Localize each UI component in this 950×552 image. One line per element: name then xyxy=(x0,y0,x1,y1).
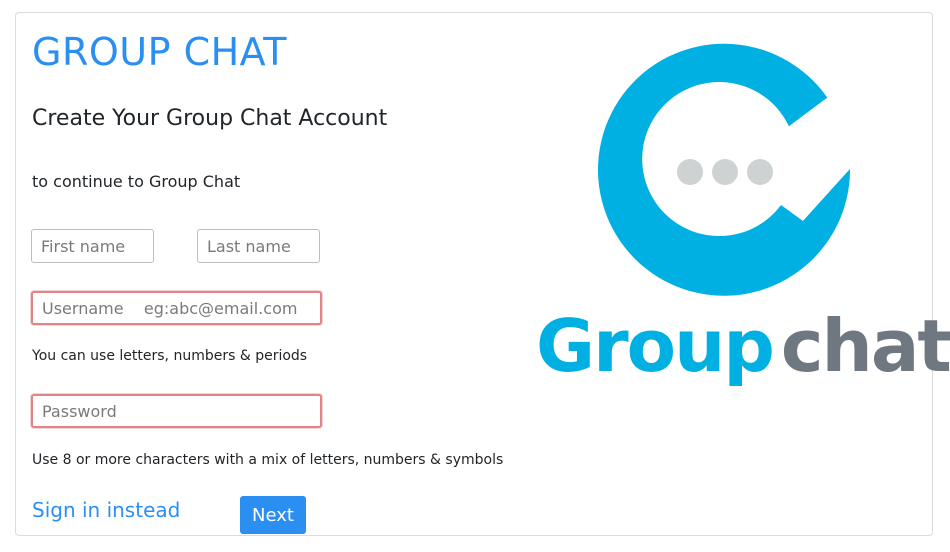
password-input[interactable] xyxy=(31,394,322,428)
chat-bubble-g-logo-icon xyxy=(598,43,851,296)
logo-word-group: Group xyxy=(536,304,775,388)
page-heading: Create Your Group Chat Account xyxy=(32,106,388,131)
page-subtitle: to continue to Group Chat xyxy=(32,172,241,191)
last-name-input[interactable] xyxy=(197,229,320,263)
logo-word-chat: chat xyxy=(780,304,950,388)
dot-icon xyxy=(712,159,738,185)
sign-in-instead-link[interactable]: Sign in instead xyxy=(32,498,180,522)
brand-title: GROUP CHAT xyxy=(32,30,287,74)
group-chat-logo: Group chat xyxy=(530,40,950,410)
first-name-input[interactable] xyxy=(31,229,154,263)
dot-icon xyxy=(677,159,703,185)
logo-wordmark: Group chat xyxy=(536,310,950,382)
password-hint: Use 8 or more characters with a mix of l… xyxy=(32,452,504,468)
next-button[interactable]: Next xyxy=(240,496,306,534)
username-input[interactable] xyxy=(31,291,322,325)
dot-icon xyxy=(747,159,773,185)
username-hint: You can use letters, numbers & periods xyxy=(32,348,308,364)
